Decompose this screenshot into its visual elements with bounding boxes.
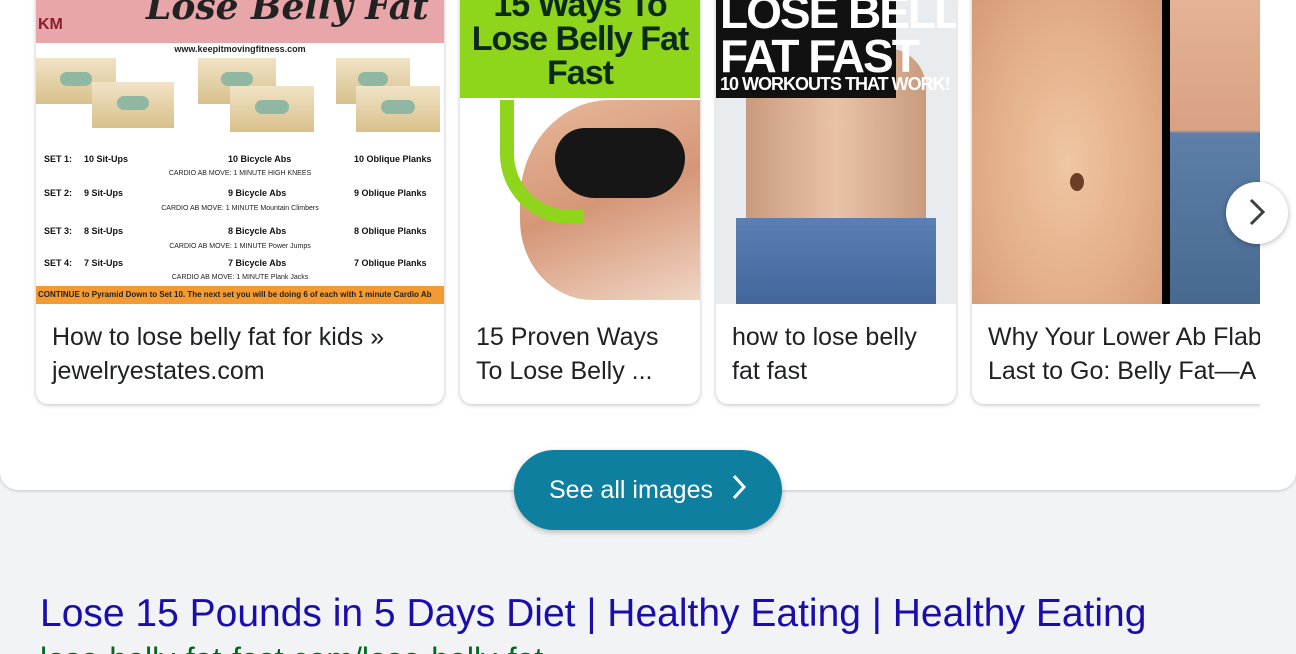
set-item: 8 Bicycle Abs [228,226,287,236]
set-item: 8 Oblique Planks [354,226,427,236]
image-caption[interactable]: Why Your Lower Ab Flab Last to Go: Belly… [988,320,1260,388]
curved-arrow-icon [500,100,584,224]
set-item: 9 Bicycle Abs [228,188,287,198]
caption-line: jewelryestates.com [52,357,265,385]
image-header-text: Lose Belly Fat [146,0,429,28]
see-all-label: See all images [549,475,713,504]
image-thumbnail[interactable]: LOSE BELLY FAT FAST 10 WORKOUTS THAT WOR… [716,0,956,304]
set-label: SET 3: [44,226,73,236]
see-all-images-button[interactable]: See all images [514,450,782,530]
search-result-title-link[interactable]: Lose 15 Pounds in 5 Days Diet | Healthy … [40,592,1146,636]
exercise-photo [230,86,314,132]
set-item: 10 Bicycle Abs [228,154,292,164]
caption-line: 15 Proven Ways [476,323,659,351]
set-item: 9 Oblique Planks [354,188,427,198]
belly-photo [972,0,1162,304]
image-title-text: 15 Ways To Lose Belly Fat Fast [460,0,700,90]
caption-line: How to lose belly fat for kids » [52,323,385,351]
search-result-url[interactable]: lose-belly-fat-fast.com/lose-belly-fat [40,642,543,654]
image-carousel: Lose Belly Fat KM www.keepitmovingfitnes… [0,0,1260,420]
carousel-next-button[interactable] [1226,182,1288,244]
set-label: SET 2: [44,188,73,198]
set-item: 10 Oblique Planks [354,154,432,164]
image-thumbnail[interactable] [972,0,1260,304]
image-thumbnail[interactable]: Lose Belly Fat KM www.keepitmovingfitnes… [36,0,444,304]
image-title-line: 15 Ways To [493,0,667,24]
image-title-line: Fast [547,54,614,92]
set-item: 10 Sit-Ups [84,154,129,164]
caption-line: how to lose belly [732,323,917,351]
set-cardio: CARDIO AB MOVE: 1 MINUTE Mountain Climbe… [161,205,319,212]
set-label: SET 1: [44,154,73,164]
set-item: 8 Sit-Ups [84,226,124,236]
image-site-text: www.keepitmovingfitness.com [174,44,306,54]
set-cardio: CARDIO AB MOVE: 1 MINUTE Plank Jacks [171,274,309,281]
image-card-3[interactable]: LOSE BELLY FAT FAST 10 WORKOUTS THAT WOR… [716,0,956,404]
navel-shape [1070,173,1084,191]
set-item: 7 Sit-Ups [84,258,124,268]
image-title-text: LOSE BELLY FAT FAST [720,0,956,82]
image-title-line: FAT FAST [720,30,920,82]
image-card-2[interactable]: 15 Ways To Lose Belly Fat Fast 15 Proven… [460,0,700,404]
caption-line: fat fast [732,357,808,385]
caption-line: Last to Go: Belly Fat—A [988,357,1257,385]
image-card-4[interactable]: Why Your Lower Ab Flab Last to Go: Belly… [972,0,1260,404]
caption-line: To Lose Belly ... [476,357,653,385]
image-card-1[interactable]: Lose Belly Fat KM www.keepitmovingfitnes… [36,0,444,404]
image-title-line: LOSE BELLY [720,0,956,38]
image-caption[interactable]: 15 Proven Ways To Lose Belly ... [476,320,690,388]
photo-divider [1162,0,1170,304]
jeans-shape [736,218,936,304]
set-item: 9 Sit-Ups [84,188,124,198]
caption-line: Why Your Lower Ab Flab [988,323,1260,351]
set-cardio: CARDIO AB MOVE: 1 MINUTE HIGH KNEES [168,170,312,177]
chevron-right-icon [1246,197,1268,230]
image-logo: KM [38,16,63,33]
image-subtitle-text: 10 WORKOUTS THAT WORK! [720,74,951,94]
image-caption[interactable]: how to lose belly fat fast [732,320,946,388]
set-item: 7 Bicycle Abs [228,258,287,268]
image-footer-band: CONTINUE to Pyramid Down to Set 10. The … [36,286,444,304]
images-panel: Lose Belly Fat KM www.keepitmovingfitnes… [0,0,1296,490]
set-cardio: CARDIO AB MOVE: 1 MINUTE Power Jumps [169,243,311,250]
exercise-photo [92,82,174,128]
set-label: SET 4: [44,258,73,268]
exercise-photo [356,86,440,132]
image-title-line: Lose Belly Fat [471,20,690,58]
image-caption[interactable]: How to lose belly fat for kids » jewelry… [52,320,434,388]
set-item: 7 Oblique Planks [354,258,427,268]
chevron-right-icon [731,474,747,507]
image-thumbnail[interactable]: 15 Ways To Lose Belly Fat Fast [460,0,700,304]
belly-photo-after [1170,0,1260,304]
